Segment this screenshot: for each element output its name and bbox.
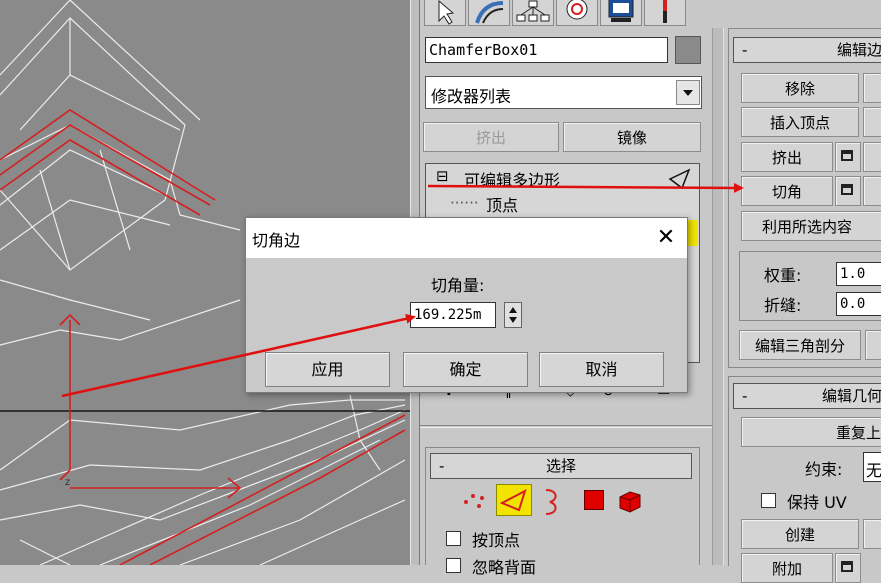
extrude-button-disabled[interactable]: 挤出 xyxy=(423,122,559,152)
display-icon xyxy=(608,0,634,22)
edit-edges-title: 编辑边 xyxy=(836,41,881,59)
selection-rollout-title: 选择 xyxy=(545,457,576,475)
turn-button[interactable] xyxy=(865,330,881,360)
chamfer-amount-label: 切角量: xyxy=(431,276,485,295)
chevron-down-icon xyxy=(683,90,693,96)
polygon-mode-icon[interactable] xyxy=(584,490,604,510)
chamfer-settings-button[interactable] xyxy=(835,176,861,206)
remove-button[interactable]: 移除 xyxy=(741,73,859,103)
stack-divider xyxy=(420,425,720,428)
chamfer-amount-spinner[interactable] xyxy=(504,302,522,328)
dropdown-arrow-button[interactable] xyxy=(676,80,700,105)
dialog-title: 切角边 xyxy=(252,231,301,250)
modifier-list-label: 修改器列表 xyxy=(431,87,512,106)
mirror-button[interactable]: 镜像 xyxy=(563,122,701,152)
ignore-backface-checkbox[interactable] xyxy=(446,558,461,573)
weight-input[interactable]: 1.0 xyxy=(836,262,881,286)
crease-input[interactable]: 0.0 xyxy=(836,292,881,316)
ok-button[interactable]: 确定 xyxy=(403,352,528,387)
insert-vertex-button[interactable]: 插入顶点 xyxy=(741,107,859,137)
vertex-mode-icon[interactable] xyxy=(460,488,488,514)
edit-geometry-header[interactable]: - 编辑几何 xyxy=(733,383,881,409)
extrude-extra-button[interactable] xyxy=(863,142,881,172)
attach-button[interactable]: 附加 xyxy=(741,553,833,583)
utilities-icon xyxy=(663,0,667,23)
attach-settings-button[interactable] xyxy=(835,553,861,583)
create-shape-button[interactable]: 利用所选内容 xyxy=(741,211,881,241)
chamfer-edges-dialog: 切角边 ✕ 切角量: 169.225m 应用 确定 取消 xyxy=(245,217,688,393)
constraint-value: 无 xyxy=(866,461,881,480)
chamfer-amount-input[interactable]: 169.225m xyxy=(410,302,496,328)
stack-item-editable-poly[interactable]: 可编辑多边形 xyxy=(464,167,560,191)
panel-tabs xyxy=(420,0,710,26)
edit-geometry-rollout: - 编辑几何 重复上一 约束: 无 保持 UV 创建 附加 xyxy=(728,376,881,583)
constraint-label: 约束: xyxy=(805,460,843,479)
insert-vertex-extra-button[interactable] xyxy=(863,107,881,137)
selection-rollout-header[interactable]: - 选择 xyxy=(430,453,692,479)
curve-icon xyxy=(475,1,504,24)
edit-triangulation-button[interactable]: 编辑三角剖分 xyxy=(739,330,861,360)
collapse-dash: - xyxy=(439,457,445,475)
stack-item-vertex[interactable]: 顶点 xyxy=(486,192,518,216)
element-mode-icon[interactable] xyxy=(616,488,644,514)
chamfer-extra-button[interactable] xyxy=(863,176,881,206)
close-icon[interactable]: ✕ xyxy=(646,218,686,258)
modifier-list-dropdown[interactable]: 修改器列表 xyxy=(425,76,702,109)
edit-geometry-title: 编辑几何 xyxy=(821,387,881,405)
stack-tree-line: ······ xyxy=(450,194,479,212)
cancel-button[interactable]: 取消 xyxy=(539,352,664,387)
edit-edges-rollout: - 编辑边 移除 插入顶点 挤出 切角 利用所选内容 权重: 1.0 折缝: 0… xyxy=(728,28,881,368)
repeat-last-button[interactable]: 重复上一 xyxy=(741,417,881,447)
preserve-uv-checkbox[interactable] xyxy=(761,493,776,508)
object-name-field[interactable]: ChamferBox01 xyxy=(425,37,668,63)
remove-extra-button[interactable] xyxy=(863,73,881,103)
stack-collapse-icon[interactable]: ⊟ xyxy=(436,167,449,185)
edit-edges-header[interactable]: - 编辑边 xyxy=(733,37,881,63)
hierarchy-tab[interactable] xyxy=(512,0,554,26)
weight-crease-group: 权重: 1.0 折缝: 0.0 xyxy=(739,251,881,321)
extrude-edge-button[interactable]: 挤出 xyxy=(741,142,833,172)
object-color-swatch[interactable] xyxy=(675,36,701,64)
display-tab[interactable] xyxy=(600,0,642,26)
collapse-dash: - xyxy=(742,387,748,405)
ignore-backface-label: 忽略背面 xyxy=(472,558,537,577)
utilities-tab[interactable] xyxy=(644,0,686,26)
by-vertex-label: 按顶点 xyxy=(472,531,521,550)
create-tab[interactable] xyxy=(424,0,466,26)
extrude-settings-button[interactable] xyxy=(835,142,861,172)
panel-scrollbar[interactable] xyxy=(712,28,724,565)
svg-text:z: z xyxy=(65,477,70,488)
spinner-arrows-icon xyxy=(509,307,517,323)
edge-mode-button[interactable] xyxy=(496,484,532,516)
weight-label: 权重: xyxy=(764,266,802,285)
border-mode-icon[interactable] xyxy=(536,486,564,516)
motion-tab[interactable] xyxy=(556,0,598,26)
create-button[interactable]: 创建 xyxy=(741,519,859,549)
dialog-titlebar[interactable]: 切角边 ✕ xyxy=(246,218,687,258)
motion-icon xyxy=(566,0,588,20)
selection-rollout: - 选择 按顶点 忽略背面 xyxy=(425,447,700,577)
constraint-dropdown[interactable]: 无 xyxy=(863,452,881,482)
edge-mode-icon xyxy=(499,488,527,512)
triangle-subobject-icon xyxy=(668,168,691,190)
hierarchy-icon xyxy=(516,0,550,22)
crease-label: 折缝: xyxy=(764,296,802,315)
modify-tab[interactable] xyxy=(468,0,510,26)
preserve-uv-label: 保持 UV xyxy=(787,493,847,512)
collapse-dash: - xyxy=(742,41,748,59)
pointer-icon xyxy=(438,0,455,25)
chamfer-button[interactable]: 切角 xyxy=(741,176,833,206)
create-extra-button[interactable] xyxy=(863,519,881,549)
by-vertex-checkbox[interactable] xyxy=(446,531,461,546)
apply-button[interactable]: 应用 xyxy=(265,352,390,387)
